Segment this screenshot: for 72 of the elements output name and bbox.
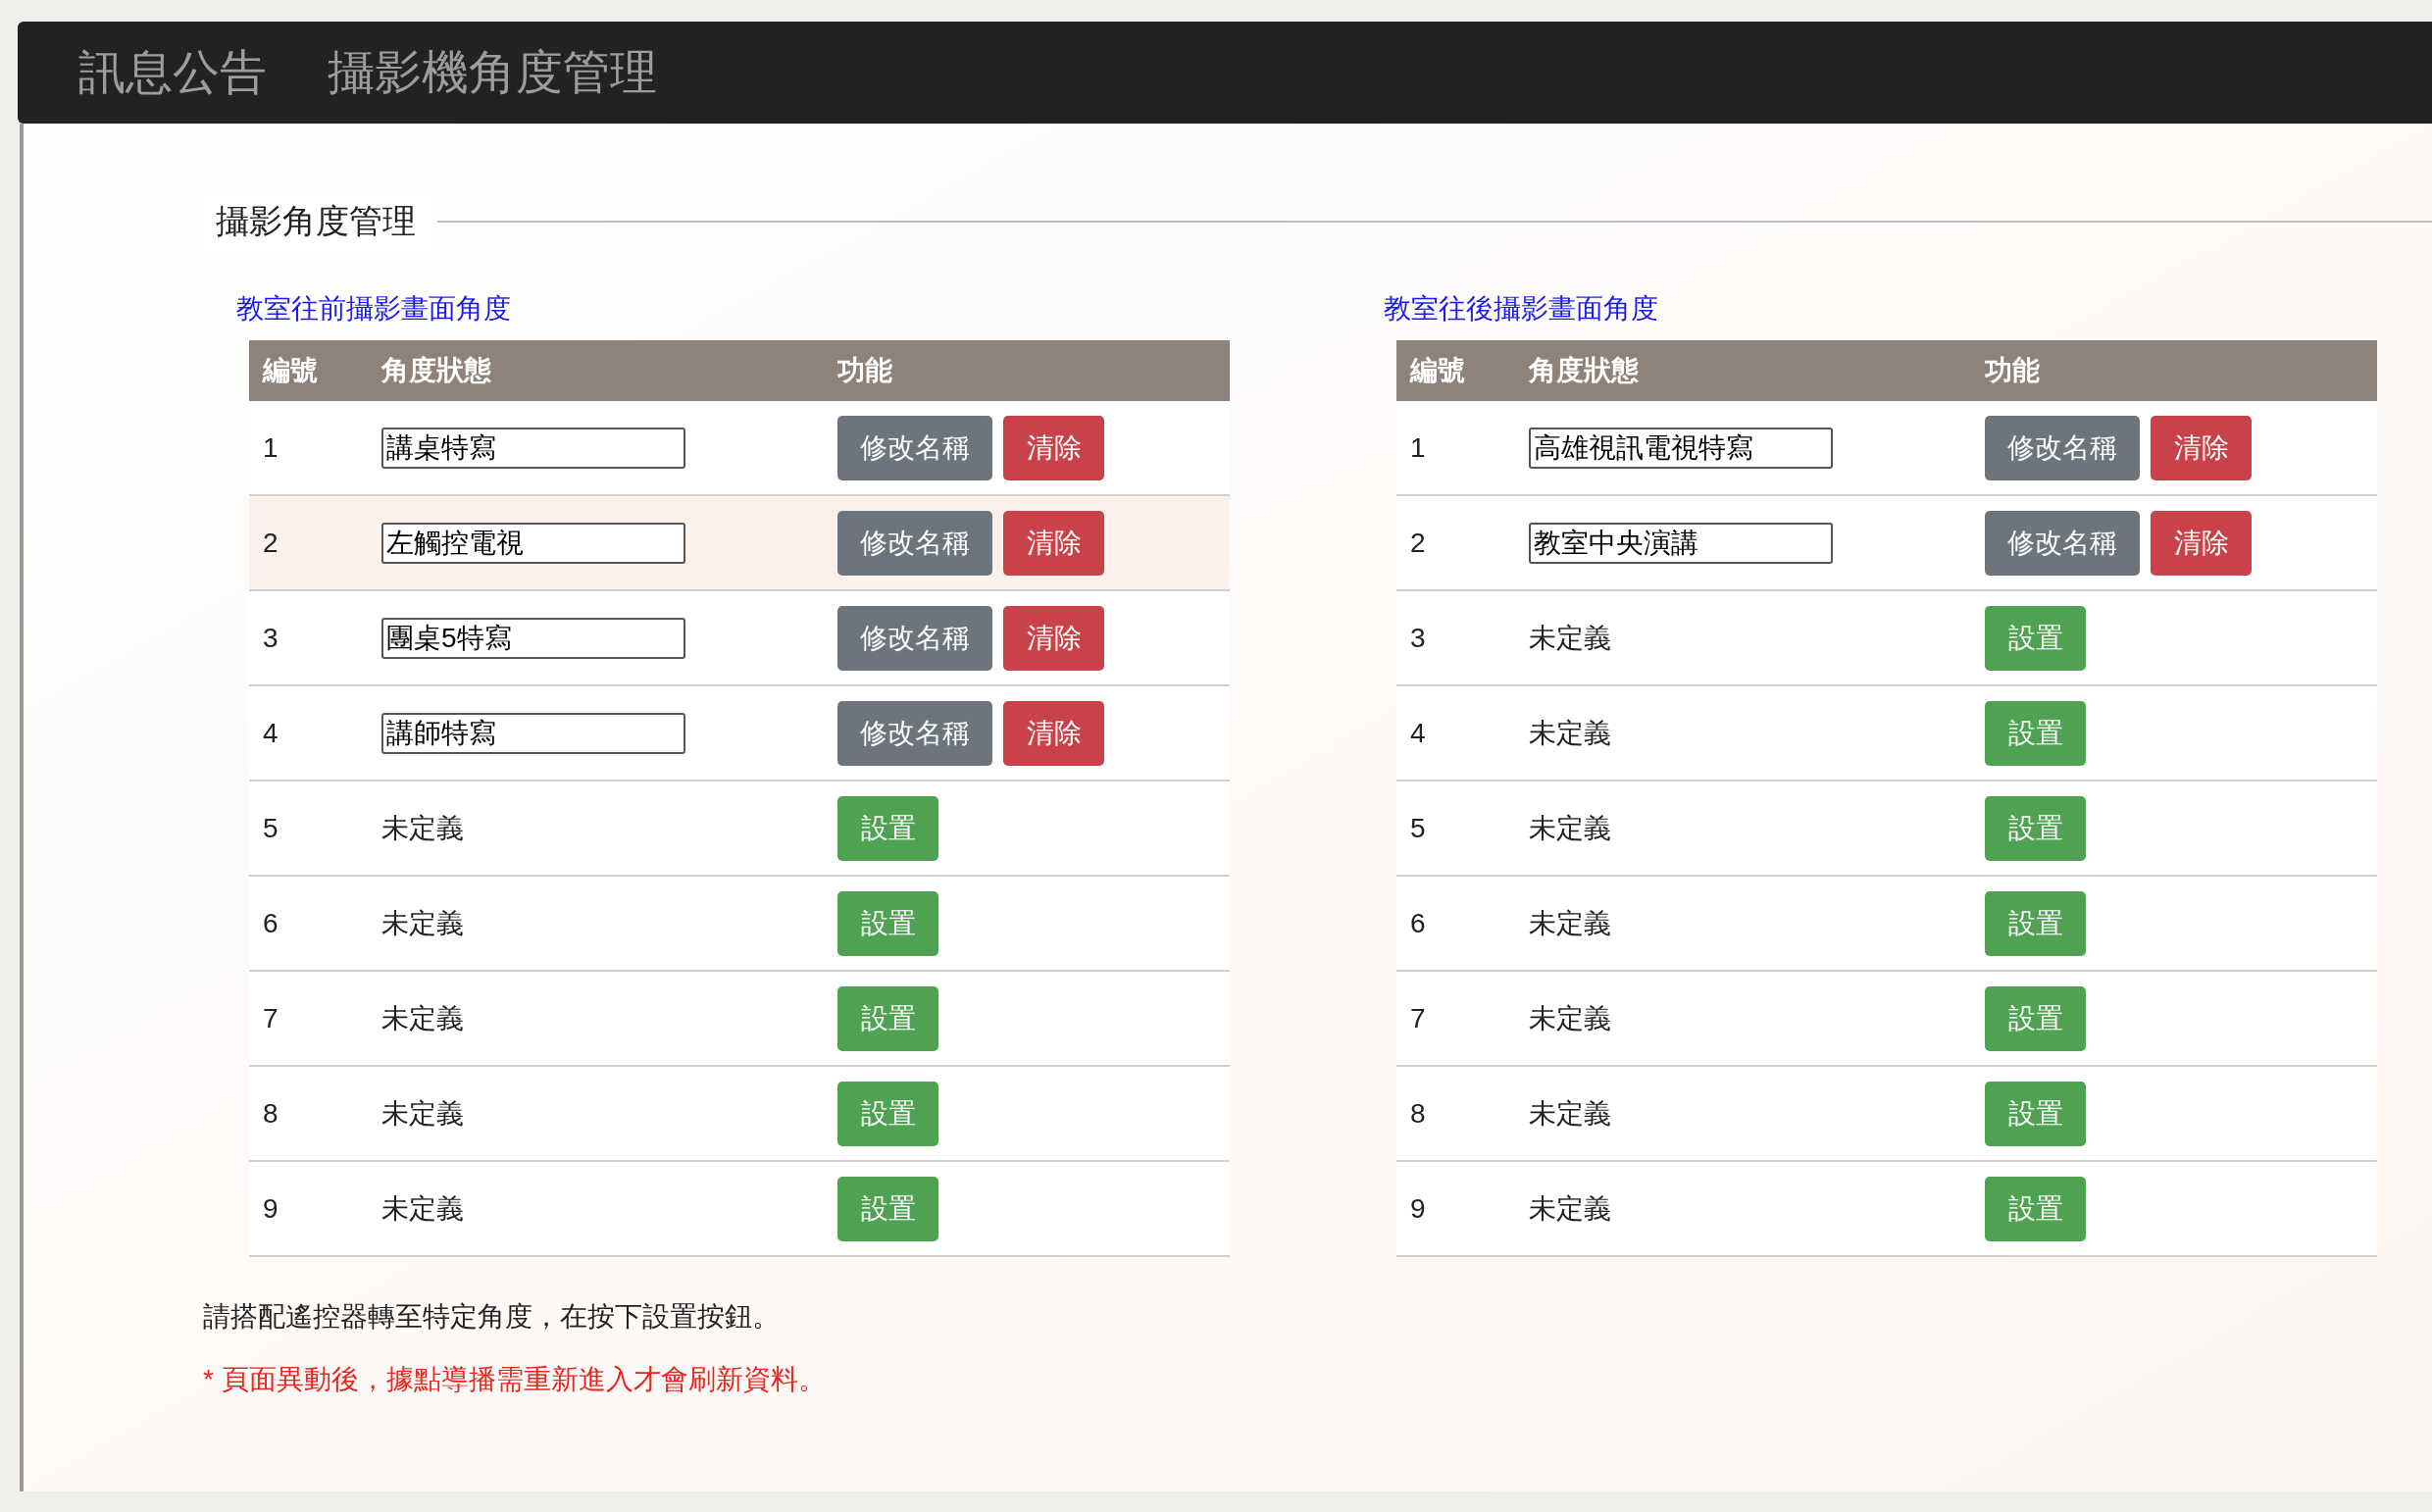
status-text: 未定義 (1529, 1097, 1611, 1129)
set-button[interactable]: 設置 (1985, 605, 2086, 671)
clear-button[interactable]: 清除 (1003, 605, 1104, 671)
column-header: 編號 (263, 355, 318, 385)
clear-button[interactable]: 清除 (2151, 415, 2252, 480)
status-text: 未定義 (1529, 907, 1611, 938)
status-text: 未定義 (381, 812, 464, 843)
column-header: 角度狀態 (1529, 355, 1639, 385)
status-text: 未定義 (381, 1097, 464, 1129)
set-button[interactable]: 設置 (837, 890, 938, 956)
name-input[interactable]: 左觸控電視 (381, 522, 685, 564)
rename-button[interactable]: 修改名稱 (837, 700, 992, 766)
row-number: 1 (1410, 431, 1426, 463)
row-number: 9 (1410, 1192, 1426, 1224)
name-input[interactable]: 團桌5特寫 (381, 617, 685, 659)
status-text: 未定義 (1529, 1192, 1611, 1224)
row-number: 6 (263, 907, 279, 938)
row-number: 7 (1410, 1002, 1426, 1033)
set-button[interactable]: 設置 (837, 1081, 938, 1146)
rename-button[interactable]: 修改名稱 (1985, 415, 2140, 480)
row-number: 4 (263, 717, 279, 748)
name-input[interactable]: 講師特寫 (381, 712, 685, 754)
row-number: 1 (263, 431, 279, 463)
set-button[interactable]: 設置 (1985, 1081, 2086, 1146)
row-number: 8 (263, 1097, 279, 1129)
status-text: 未定義 (1529, 622, 1611, 653)
column-header: 功能 (837, 355, 892, 385)
row-number: 3 (1410, 622, 1426, 653)
name-input[interactable]: 教室中央演講 (1529, 522, 1833, 564)
clear-button[interactable]: 清除 (1003, 700, 1104, 766)
clear-button[interactable]: 清除 (2151, 510, 2252, 576)
set-button[interactable]: 設置 (1985, 795, 2086, 861)
status-text: 未定義 (1529, 717, 1611, 748)
column-header: 功能 (1985, 355, 2040, 385)
status-text: 未定義 (1529, 1002, 1611, 1033)
rename-button[interactable]: 修改名稱 (1985, 510, 2140, 576)
set-button[interactable]: 設置 (837, 985, 938, 1051)
row-number: 9 (263, 1192, 279, 1224)
info-note: 請搭配遙控器轉至特定角度，在按下設置按鈕。 (203, 1300, 781, 1334)
warning-note: * 頁面異動後，據點導播需重新進入才會刷新資料。 (203, 1363, 827, 1396)
table-caption: 教室往後攝影畫面角度 (1384, 292, 1659, 326)
row-number: 4 (1410, 717, 1426, 748)
row-number: 8 (1410, 1097, 1426, 1129)
set-button[interactable]: 設置 (1985, 1176, 2086, 1241)
set-button[interactable]: 設置 (1985, 890, 2086, 956)
set-button[interactable]: 設置 (837, 795, 938, 861)
name-input[interactable]: 講桌特寫 (381, 427, 685, 469)
row-number: 5 (1410, 812, 1426, 843)
row-number: 6 (1410, 907, 1426, 938)
set-button[interactable]: 設置 (1985, 985, 2086, 1051)
column-header: 角度狀態 (381, 355, 491, 385)
row-number: 5 (263, 812, 279, 843)
set-button[interactable]: 設置 (1985, 700, 2086, 766)
nav-link[interactable]: 訊息公告 (78, 37, 267, 108)
rename-button[interactable]: 修改名稱 (837, 415, 992, 480)
name-input[interactable]: 高雄視訊電視特寫 (1529, 427, 1833, 469)
status-text: 未定義 (381, 1002, 464, 1033)
nav-link[interactable]: 攝影機角度管理 (328, 37, 657, 108)
rename-button[interactable]: 修改名稱 (837, 605, 992, 671)
row-number: 7 (263, 1002, 279, 1033)
table-caption: 教室往前攝影畫面角度 (236, 292, 512, 326)
set-button[interactable]: 設置 (837, 1176, 938, 1241)
row-number: 2 (263, 527, 279, 558)
column-header: 編號 (1410, 355, 1465, 385)
row-number: 2 (1410, 527, 1426, 558)
clear-button[interactable]: 清除 (1003, 415, 1104, 480)
status-text: 未定義 (381, 907, 464, 938)
status-text: 未定義 (381, 1192, 464, 1224)
status-text: 未定義 (1529, 812, 1611, 843)
clear-button[interactable]: 清除 (1003, 510, 1104, 576)
row-number: 3 (263, 622, 279, 653)
rename-button[interactable]: 修改名稱 (837, 510, 992, 576)
